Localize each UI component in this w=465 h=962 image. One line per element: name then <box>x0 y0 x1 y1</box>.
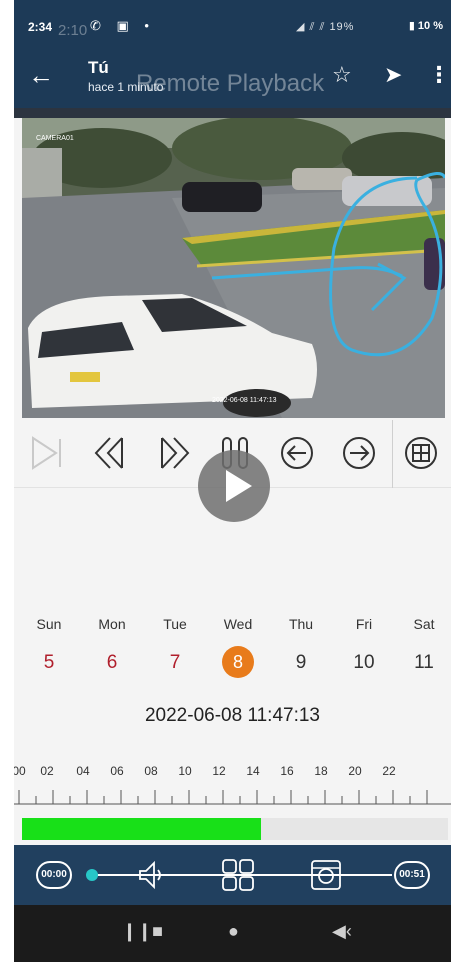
timeline-scale[interactable] <box>14 784 451 806</box>
multi-view-button[interactable] <box>220 857 256 893</box>
day-cell[interactable]: 7 <box>145 646 205 680</box>
more-vertical-icon: ⋮ <box>428 62 450 87</box>
back-arrow-icon: ← <box>28 60 54 90</box>
signal-icons: ◢ ⫽ ⫽ 19% <box>296 21 355 33</box>
rewind-button[interactable] <box>88 430 134 476</box>
timeline-hour-labels: 00 02 04 06 08 10 12 14 16 18 20 22 <box>14 764 451 782</box>
hour-label: 14 <box>246 764 260 778</box>
day-number: 7 <box>169 652 181 673</box>
previous-button[interactable] <box>274 430 320 476</box>
recording-segment <box>22 818 261 840</box>
week-label: Thu <box>288 616 314 632</box>
overflow-menu-button[interactable]: ⋮ <box>428 62 450 88</box>
hour-label: 04 <box>76 764 90 778</box>
recording-track[interactable] <box>22 818 448 840</box>
battery-indicator: ▮ 10 % <box>408 20 443 32</box>
fast-forward-button[interactable] <box>150 430 196 476</box>
hour-label: 18 <box>314 764 328 778</box>
next-frame-icon <box>32 436 61 470</box>
day-cell[interactable]: 6 <box>82 646 142 680</box>
bottom-toolbar: 00:00 00:51 <box>14 845 451 905</box>
hour-label: 08 <box>144 764 158 778</box>
video-player[interactable]: CAMERA01 2022-06-08 11:47:13 <box>22 118 445 418</box>
day-cell-selected[interactable]: 8 <box>208 646 268 680</box>
video-timestamp: 2022-06-08 11:47:13 <box>212 397 277 404</box>
play-button[interactable] <box>198 450 270 522</box>
notification-icons: ✆ ▣ • <box>90 18 155 33</box>
hour-label: 10 <box>178 764 192 778</box>
day-number: 6 <box>106 652 118 673</box>
week-days: 5 6 7 8 9 10 11 <box>14 646 451 682</box>
hour-label: 20 <box>348 764 362 778</box>
app-frame: 2:34 2:10 ✆ ▣ • ◢ ⫽ ⫽ 19% ▮ 10 % ← Tú ha… <box>14 0 451 962</box>
week-label: Wed <box>223 616 253 632</box>
volume-button[interactable] <box>132 857 168 893</box>
video-frame: CAMERA01 2022-06-08 11:47:13 <box>22 118 445 418</box>
back-button[interactable]: ← <box>28 62 56 92</box>
snapshot-button[interactable] <box>308 857 344 893</box>
day-cell[interactable]: 10 <box>334 646 394 680</box>
status-ghost-time: 2:10 <box>58 22 88 39</box>
star-icon: ☆ <box>332 62 352 87</box>
day-cell[interactable]: 11 <box>394 646 451 680</box>
end-time-label: 00:51 <box>394 861 430 889</box>
hour-label: 22 <box>382 764 396 778</box>
star-button[interactable]: ☆ <box>332 62 352 88</box>
controls-divider <box>392 420 393 488</box>
status-bar: 2:34 2:10 ✆ ▣ • ◢ ⫽ ⫽ 19% ▮ 10 % <box>14 0 451 50</box>
day-number: 8 <box>222 646 254 678</box>
app-header: ← Tú hace 1 minuto Remote Playback ☆ ➤ ⋮ <box>14 50 451 108</box>
hour-label: 16 <box>280 764 294 778</box>
home-button[interactable]: ● <box>228 921 239 942</box>
week-label: Mon <box>98 616 126 632</box>
hour-label: 00 <box>14 764 26 778</box>
day-number: 10 <box>353 652 375 673</box>
fast-forward-icon <box>161 437 190 469</box>
hour-label: 02 <box>40 764 54 778</box>
day-cell[interactable]: 9 <box>271 646 331 680</box>
hour-label: 12 <box>212 764 226 778</box>
system-back-button[interactable]: ◀‹ <box>332 921 352 942</box>
recent-apps-icon: ❙❙■ <box>122 921 164 941</box>
day-number: 11 <box>414 652 434 673</box>
week-label: Sat <box>413 616 435 632</box>
grid-layout-icon <box>405 437 437 469</box>
page-title: Remote Playback <box>136 70 325 97</box>
layout-button[interactable] <box>398 430 444 476</box>
playback-progress-knob[interactable] <box>86 869 98 881</box>
week-label: Sun <box>36 616 62 632</box>
day-cell[interactable]: 5 <box>19 646 79 680</box>
circle-left-arrow-icon <box>281 437 313 469</box>
circle-right-arrow-icon <box>343 437 375 469</box>
start-time-label: 00:00 <box>36 861 72 889</box>
camera-label: CAMERA01 <box>36 135 74 142</box>
selected-datetime: 2022-06-08 11:47:13 <box>144 705 321 726</box>
rewind-icon <box>94 437 123 469</box>
four-grid-icon <box>222 859 254 891</box>
recent-apps-button[interactable]: ❙❙■ <box>122 921 163 942</box>
status-time: 2:34 <box>28 20 53 34</box>
home-circle-icon: ● <box>228 921 239 941</box>
next-frame-button[interactable] <box>24 430 70 476</box>
week-label: Tue <box>163 616 187 632</box>
camera-snapshot-icon <box>311 860 341 890</box>
speaker-icon <box>139 860 161 890</box>
week-labels: Sun Mon Tue Wed Thu Fri Sat <box>14 616 451 638</box>
forward-button[interactable]: ➤ <box>384 62 402 88</box>
week-label: Fri <box>355 616 373 632</box>
day-number: 5 <box>43 652 55 673</box>
day-number: 9 <box>295 652 307 673</box>
forward-arrow-icon: ➤ <box>384 62 403 87</box>
system-nav-bar: ❙❙■ ● ◀‹ <box>14 905 451 962</box>
hour-label: 06 <box>110 764 124 778</box>
next-button[interactable] <box>336 430 382 476</box>
header-divider <box>14 108 451 118</box>
system-back-icon: ◀‹ <box>332 921 352 941</box>
chat-title: Tú <box>88 58 109 77</box>
play-icon <box>226 470 252 502</box>
